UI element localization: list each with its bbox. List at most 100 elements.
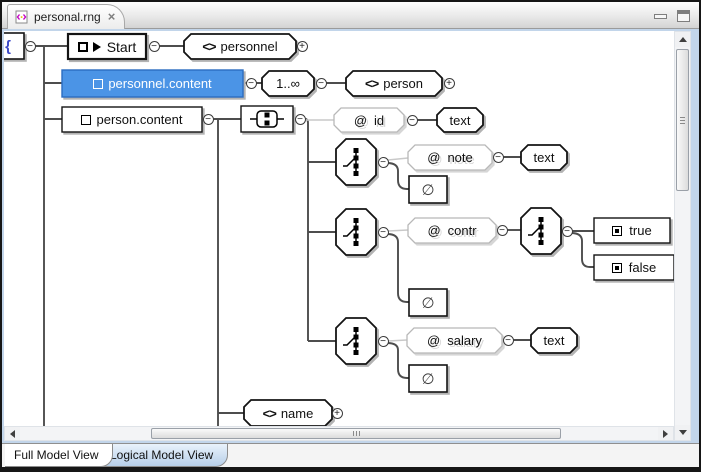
element-brackets-icon: <>	[263, 406, 276, 421]
collapse-port[interactable]: −	[378, 227, 389, 238]
editor-area: { Start <> personnel personnel.content 1..∞ <>…	[2, 29, 699, 443]
attr-salary-label[interactable]: @ salary	[407, 328, 502, 353]
scroll-down-button[interactable]	[675, 425, 690, 440]
element-name-label[interactable]: <> name	[244, 400, 332, 426]
text-id-label[interactable]: text	[437, 108, 483, 132]
def-personnel-content-label[interactable]: personnel.content	[62, 70, 243, 97]
node-label: {	[5, 38, 11, 55]
node-label: text	[544, 333, 565, 348]
connector-line	[388, 230, 408, 231]
def-person-content-label[interactable]: person.content	[62, 107, 202, 132]
tab-label: Full Model View	[14, 448, 98, 462]
node-label: 1..∞	[276, 76, 300, 91]
node-label: text	[534, 150, 555, 165]
cardinality-label[interactable]: 1..∞	[262, 71, 314, 96]
node-label: Start	[107, 39, 137, 55]
editor-tab-bar: personal.rng ×	[2, 2, 699, 29]
collapse-port[interactable]: −	[497, 225, 508, 236]
empty-note-label[interactable]: ∅	[409, 176, 447, 203]
collapse-port[interactable]: −	[493, 152, 504, 163]
element-person-label[interactable]: <>person	[346, 71, 442, 96]
text-note-label[interactable]: text	[521, 145, 567, 170]
pattern-square-icon	[81, 115, 91, 125]
attr-note-label[interactable]: @note	[408, 145, 492, 170]
node-label: person.content	[96, 112, 182, 127]
tab-close-icon[interactable]: ×	[108, 11, 116, 23]
element-brackets-icon: <>	[202, 39, 215, 54]
value-icon	[612, 226, 622, 236]
vertical-scroll-thumb[interactable]	[676, 49, 689, 191]
root-label[interactable]: {	[4, 33, 24, 59]
scroll-left-button[interactable]	[5, 427, 20, 440]
arrow-down-icon	[679, 430, 687, 435]
vertical-scrollbar[interactable]	[674, 31, 691, 441]
attribute-at-icon: @	[354, 113, 367, 128]
node-label: contr	[448, 223, 477, 238]
attr-contr-label[interactable]: @ contr	[408, 218, 496, 243]
node-label: name	[281, 406, 314, 421]
tab-full-model-view[interactable]: Full Model View	[5, 444, 113, 467]
text-salary-label[interactable]: text	[531, 328, 577, 353]
node-label: salary	[447, 333, 482, 348]
connector-line	[387, 163, 409, 189]
connector-line	[387, 234, 409, 302]
start-label[interactable]: Start	[68, 34, 146, 59]
node-label: ∅	[421, 181, 434, 199]
collapse-port[interactable]: −	[503, 335, 514, 346]
scroll-up-button[interactable]	[675, 32, 690, 47]
diagram-canvas[interactable]: { Start <> personnel personnel.content 1..∞ <>…	[4, 31, 674, 426]
start-square-icon	[78, 42, 88, 52]
pattern-square-icon	[93, 79, 103, 89]
minimize-view-button[interactable]	[654, 14, 667, 19]
collapse-port[interactable]: −	[316, 78, 327, 89]
attribute-at-icon: @	[427, 150, 440, 165]
rng-file-icon	[15, 10, 29, 24]
tab-logical-model-view[interactable]: Logical Model View	[101, 444, 228, 467]
element-personnel-label[interactable]: <> personnel	[184, 34, 296, 59]
value-true-label[interactable]: true	[594, 218, 670, 243]
expand-port[interactable]: +	[332, 408, 343, 419]
collapse-port[interactable]: −	[295, 114, 306, 125]
empty-contr-label[interactable]: ∅	[409, 289, 447, 316]
editor-window: personal.rng × { Start <> personnel personne…	[0, 0, 701, 472]
group-node[interactable]	[241, 106, 293, 132]
collapse-port[interactable]: −	[407, 115, 418, 126]
node-label: true	[629, 223, 651, 238]
connector-line	[388, 340, 407, 341]
collapse-port[interactable]: −	[246, 78, 257, 89]
expand-port[interactable]: +	[444, 78, 455, 89]
collapse-port[interactable]: −	[203, 114, 214, 125]
node-label: personnel.content	[108, 76, 211, 91]
connector-line	[388, 158, 408, 160]
collapse-port[interactable]: −	[378, 336, 389, 347]
start-arrow-icon	[93, 42, 101, 52]
attr-id-label[interactable]: @ id	[334, 108, 404, 132]
arrow-right-icon	[663, 430, 668, 438]
expand-port[interactable]: +	[297, 41, 308, 52]
connector-line	[387, 343, 409, 378]
horizontal-scroll-thumb[interactable]	[151, 428, 561, 439]
attribute-at-icon: @	[427, 223, 440, 238]
collapse-port[interactable]: −	[149, 41, 160, 52]
maximize-view-button[interactable]	[677, 10, 690, 22]
scroll-right-button[interactable]	[658, 427, 673, 440]
node-label: false	[629, 260, 656, 275]
horizontal-scrollbar[interactable]	[4, 426, 674, 441]
connector-line	[305, 119, 308, 341]
collapse-port[interactable]: −	[378, 157, 389, 168]
editor-tab-title: personal.rng	[34, 10, 101, 24]
node-label: id	[374, 113, 384, 128]
collapse-port[interactable]: −	[25, 41, 36, 52]
tab-label: Logical Model View	[110, 448, 213, 462]
collapse-port[interactable]: −	[562, 226, 573, 237]
editor-tab-personal-rng[interactable]: personal.rng ×	[7, 4, 125, 29]
attribute-at-icon: @	[427, 333, 440, 348]
value-icon	[612, 263, 622, 273]
value-false-label[interactable]: false	[594, 255, 674, 280]
empty-salary-label[interactable]: ∅	[409, 365, 447, 392]
node-label: person	[383, 76, 423, 91]
node-label: ∅	[421, 294, 434, 312]
arrow-up-icon	[679, 37, 687, 42]
node-label: personnel	[221, 39, 278, 54]
arrow-left-icon	[10, 430, 15, 438]
